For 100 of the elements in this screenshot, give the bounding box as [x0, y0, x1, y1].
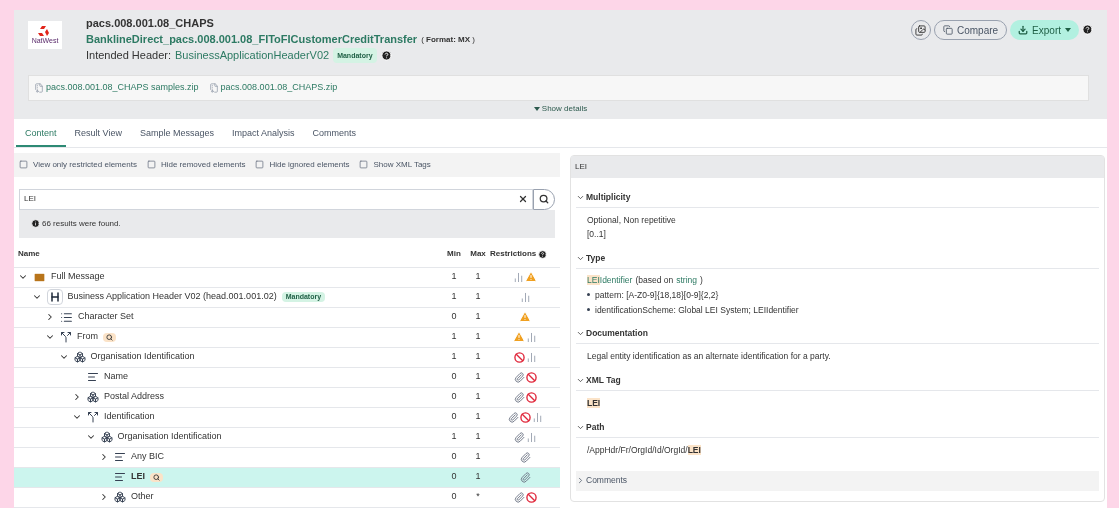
show-details-link[interactable]: Show details	[533, 103, 588, 115]
results-text: 66 results were found.	[42, 217, 121, 230]
help-icon[interactable]	[380, 50, 392, 61]
min-cell-text: 0	[450, 370, 458, 384]
chevron-right-icon	[576, 476, 585, 485]
max-cell-text: 1	[474, 450, 482, 464]
split-icon	[87, 411, 99, 423]
list-icon	[60, 310, 73, 324]
base-type-link[interactable]: string	[676, 274, 697, 287]
chart-icon	[513, 271, 524, 283]
type-link[interactable]: LEIIdentifier	[587, 274, 633, 287]
boxes-icon	[100, 431, 113, 443]
element-name: Other	[131, 490, 154, 504]
tree-row[interactable]: Identification 0 1	[14, 407, 560, 428]
tree-row[interactable]: Full Message 1 1	[14, 267, 560, 288]
max-cell-text: 1	[474, 310, 482, 324]
link-icon	[513, 491, 525, 503]
element-name: Organisation Identification	[90, 350, 195, 364]
tab[interactable]: Result View	[65, 127, 131, 147]
caret-icon	[1065, 28, 1071, 32]
file-link[interactable]: pacs.008.001.08_CHAPS.zip	[208, 81, 338, 95]
element-name: From	[77, 330, 98, 344]
logo-icon	[38, 26, 52, 37]
forbidden-icon	[525, 391, 537, 403]
section-heading[interactable]: Documentation	[586, 327, 648, 341]
tab[interactable]: Impact Analysis	[222, 127, 304, 147]
forbidden-icon	[525, 371, 537, 383]
tree-row[interactable]: Character Set 0 1	[14, 307, 560, 328]
chevron-down-icon[interactable]	[72, 412, 82, 422]
checkbox-icon	[255, 160, 265, 169]
min-cell-text: 1	[450, 330, 458, 344]
chevron-down-icon[interactable]	[85, 432, 96, 442]
chevron-right-icon[interactable]	[99, 492, 109, 502]
max-cell-text: 1	[474, 410, 482, 424]
tree-row[interactable]: Name 0 1	[14, 367, 560, 388]
chevron-right-icon[interactable]	[99, 452, 109, 462]
chevron-down-icon[interactable]	[31, 292, 42, 302]
message-title: pacs.008.001.08_CHAPS	[86, 16, 215, 31]
bullet-icon	[587, 292, 590, 296]
min-cell-text: 0	[450, 470, 458, 484]
intended-header-link[interactable]: BusinessApplicationHeaderV02	[175, 48, 330, 63]
column-header: Min	[446, 248, 462, 260]
message-link[interactable]: BanklineDirect_pacs.008.001.08_FIToFICustomerCreditTransfer	[86, 32, 418, 47]
tree-row[interactable]: Postal Address 0 1	[14, 387, 560, 408]
link-icon	[519, 451, 531, 463]
tab[interactable]: Sample Messages	[130, 127, 223, 147]
split-icon	[60, 331, 72, 343]
tree-row[interactable]: Any BIC 0 1	[14, 447, 560, 468]
detail-text: /AppHdr/Fr/OrgId/Id/OrgId/LEI	[587, 444, 701, 455]
chevron-down-icon[interactable]	[58, 352, 69, 362]
file-link[interactable]: pacs.008.001.08_CHAPS samples.zip	[34, 81, 199, 95]
checkbox-icon	[146, 160, 156, 169]
tree-row[interactable]: From 1 1	[14, 327, 560, 348]
section-header[interactable]: Comments	[576, 470, 1099, 491]
chevron-down-icon[interactable]	[576, 376, 585, 385]
min-cell-text: 0	[450, 490, 458, 504]
filter-checkbox[interactable]: Show XML Tags	[359, 158, 431, 171]
section-heading[interactable]: Multiplicity	[586, 190, 631, 204]
chevron-down-icon[interactable]	[18, 272, 28, 282]
bullet-icon	[587, 307, 590, 311]
link-icon	[513, 391, 525, 403]
max-cell-text: 1	[474, 350, 482, 364]
forbidden-icon	[525, 491, 537, 503]
section-heading[interactable]: Path	[586, 420, 605, 434]
filter-checkbox[interactable]: Hide removed elements	[146, 158, 246, 171]
images-icon	[915, 24, 927, 36]
closing-paren: )	[700, 274, 703, 287]
detail-text: [0..1]	[587, 228, 607, 241]
chevron-down-icon[interactable]	[45, 332, 55, 342]
detail-text: LEI	[587, 398, 601, 408]
tree-row[interactable]: LEI 0 1	[14, 467, 560, 488]
chevron-right-icon[interactable]	[45, 312, 55, 322]
help-icon[interactable]	[1082, 24, 1093, 35]
element-name: Full Message	[51, 270, 105, 284]
section-heading: Comments	[586, 474, 628, 487]
max-cell-text: *	[475, 490, 481, 504]
help-icon[interactable]	[538, 249, 548, 259]
warning-icon	[525, 271, 537, 283]
filter-checkbox[interactable]: Hide ignored elements	[255, 158, 350, 171]
checkbox-icon	[19, 160, 28, 169]
tree-row[interactable]: Organisation Identification 1 1	[14, 347, 560, 368]
tree-row[interactable]: Organisation Identification 1 1	[14, 427, 560, 448]
caret-icon	[533, 107, 540, 111]
clear-icon[interactable]	[518, 194, 528, 204]
export-button[interactable]: Export	[1010, 20, 1079, 40]
filter-checkbox[interactable]: View only restricted elements	[19, 158, 137, 171]
element-name: Any BIC	[131, 450, 164, 464]
checkbox-icon	[359, 160, 369, 169]
tab[interactable]: Comments	[303, 127, 365, 147]
search-field[interactable]: LEI	[19, 188, 533, 210]
link-icon	[519, 471, 531, 483]
tab[interactable]: Content	[16, 127, 66, 147]
detail-text: identificationScheme: Global LEI System; LEIIdentifier	[595, 303, 799, 317]
chevron-down-icon[interactable]	[576, 254, 585, 263]
warning-icon	[519, 311, 531, 323]
chevron-right-icon[interactable]	[72, 392, 82, 402]
tree-row[interactable]: Other 0 *	[14, 487, 560, 508]
section-heading[interactable]: Type	[586, 252, 606, 265]
section-heading[interactable]: XML Tag	[586, 374, 621, 387]
max-cell-text: 1	[474, 270, 482, 284]
